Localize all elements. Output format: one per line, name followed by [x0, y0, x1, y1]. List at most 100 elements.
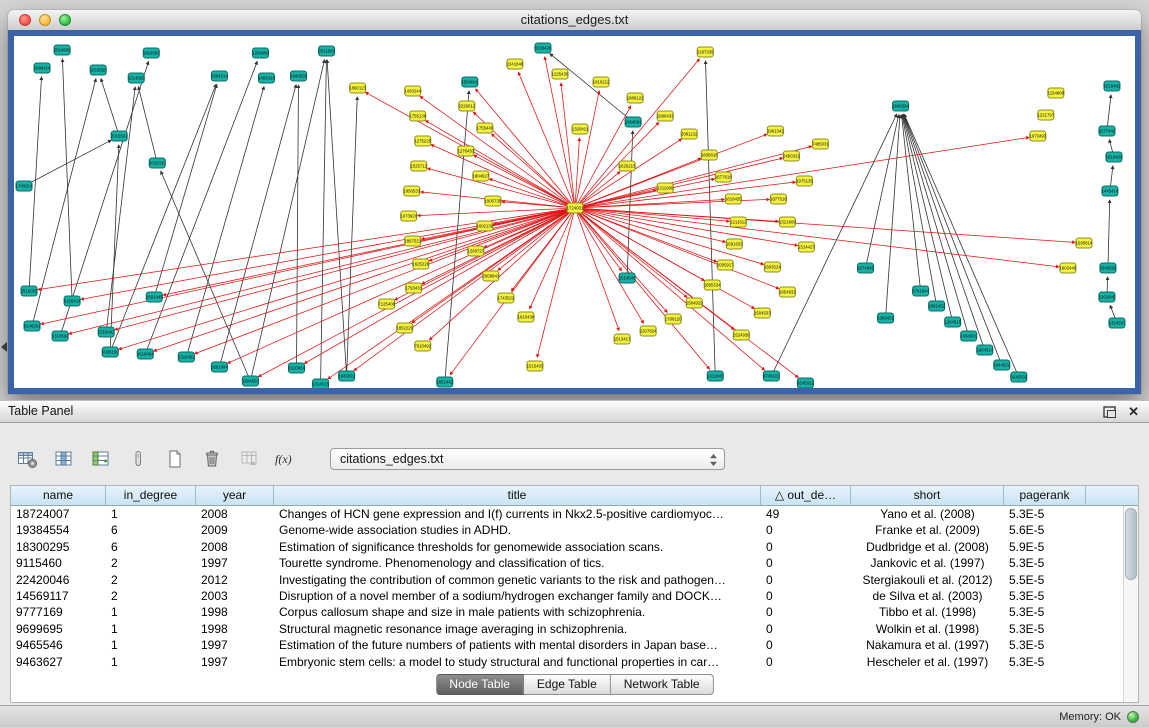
graph-node[interactable]: 1860123 — [349, 83, 366, 93]
graph-node[interactable]: 1311845 — [707, 371, 724, 381]
table-cell[interactable]: Embryonic stem cells: a model to study s… — [274, 654, 761, 670]
graph-node[interactable]: 2514609 — [54, 45, 71, 55]
graph-node[interactable]: 8130426 — [535, 43, 552, 53]
window-titlebar[interactable]: citations_edges.txt — [8, 10, 1141, 31]
table-row[interactable]: 946554611997Estimation of the future num… — [11, 637, 1123, 653]
table-cell[interactable]: 1997 — [196, 637, 274, 653]
graph-edge[interactable] — [561, 83, 575, 208]
table-cell[interactable]: 1997 — [196, 654, 274, 670]
graph-edge[interactable] — [195, 208, 575, 354]
table-cell[interactable]: 14569117 — [11, 588, 106, 604]
table-cell[interactable]: 6 — [106, 522, 196, 538]
table-cell[interactable]: Changes of HCN gene expression and I(f) … — [274, 506, 761, 522]
table-cell[interactable]: Tibbo et al. (1998) — [851, 604, 1004, 620]
graph-edge[interactable] — [145, 61, 257, 354]
graph-edge[interactable] — [297, 85, 299, 368]
graph-node[interactable]: 2015310 — [149, 158, 166, 168]
graph-edge[interactable] — [450, 208, 575, 375]
table-cell[interactable]: 5.6E-5 — [1004, 522, 1086, 538]
graph-edge[interactable] — [904, 115, 985, 350]
float-panel-icon[interactable] — [1103, 406, 1116, 418]
graph-node[interactable]: 1504533 — [754, 308, 771, 318]
table-row[interactable]: 2242004622012Investigating the contribut… — [11, 572, 1123, 588]
graph-node[interactable]: 1973493 — [1029, 131, 1046, 141]
graph-node[interactable]: 1225439 — [552, 69, 569, 79]
table-cell[interactable]: Franke et al. (2009) — [851, 522, 1004, 538]
function-builder-icon[interactable]: f(x) — [273, 446, 299, 472]
graph-node[interactable]: 6150414 — [64, 296, 81, 306]
graph-node[interactable]: 5905150 — [102, 347, 119, 357]
graph-node[interactable]: 2009941 — [482, 271, 499, 281]
table-cell[interactable]: 1 — [106, 506, 196, 522]
graph-node[interactable]: 1891452 — [928, 301, 945, 311]
column-header-title[interactable]: title — [274, 486, 761, 506]
table-cell[interactable]: 5.3E-5 — [1004, 588, 1086, 604]
table-cell[interactable]: Estimation of significance thresholds fo… — [274, 539, 761, 555]
graph-node[interactable]: 1214569 — [128, 73, 145, 83]
graph-node[interactable]: 1595814 — [1076, 238, 1093, 248]
table-row[interactable]: 911546021997Tourette syndrome. Phenomeno… — [11, 555, 1123, 571]
graph-node[interactable]: 1254609 — [252, 48, 269, 58]
table-cell[interactable]: Investigating the contribution of common… — [274, 572, 761, 588]
graph-node[interactable]: 7125408 — [378, 299, 395, 309]
citation-network-graph[interactable]: 1724031224184812254391810212198612219864… — [14, 36, 1135, 388]
graph-node[interactable]: 2241848 — [507, 59, 524, 69]
graph-node[interactable]: 2011609 — [318, 46, 335, 56]
collapse-panel-arrow-icon[interactable] — [1, 342, 7, 352]
table-cell[interactable]: 19384554 — [11, 522, 106, 538]
graph-node[interactable]: 1610454 — [288, 363, 305, 373]
graph-node[interactable]: 1073920 — [400, 211, 417, 221]
graph-edge[interactable] — [106, 87, 135, 332]
table-cell[interactable]: 0 — [761, 572, 851, 588]
table-row[interactable]: 977716911998Corpus callosum shape and si… — [11, 604, 1123, 620]
table-cell[interactable]: Structural magnetic resonance image aver… — [274, 621, 761, 637]
table-cell[interactable]: Wolkin et al. (1998) — [851, 621, 1004, 637]
graph-edge[interactable] — [138, 87, 157, 163]
table-cell[interactable]: 5.5E-5 — [1004, 572, 1086, 588]
graph-node[interactable]: 1804627 — [472, 171, 489, 181]
graph-node[interactable]: 1986122 — [627, 93, 644, 103]
graph-edge[interactable] — [575, 122, 659, 208]
graph-node[interactable]: 1369451 — [877, 313, 894, 323]
table-row[interactable]: 969969511998Structural magnetic resonanc… — [11, 621, 1123, 637]
graph-edge[interactable] — [228, 208, 575, 363]
table-cell[interactable]: 6 — [106, 539, 196, 555]
graph-node[interactable]: 1515493 — [527, 361, 544, 371]
graph-node[interactable]: 1610438 — [518, 312, 535, 322]
graph-node[interactable]: 1594514 — [211, 71, 228, 81]
graph-edge[interactable] — [575, 208, 709, 369]
table-cell[interactable]: 2008 — [196, 539, 274, 555]
graph-node[interactable]: 1646394 — [892, 101, 909, 111]
table-cell[interactable]: Jankovic et al. (1997) — [851, 555, 1004, 571]
table-cell[interactable]: 0 — [761, 588, 851, 604]
graph-node[interactable]: 1314515 — [312, 379, 329, 388]
table-row[interactable]: 1872400712008Changes of HCN gene express… — [11, 506, 1123, 522]
graph-node[interactable]: 2226012 — [458, 101, 475, 111]
column-header-out_de[interactable]: △ out_de… — [761, 486, 851, 506]
close-panel-icon[interactable]: ✕ — [1128, 401, 1139, 422]
table-cell[interactable]: 2009 — [196, 522, 274, 538]
graph-node[interactable]: 1852229 — [396, 323, 413, 333]
table-cell[interactable]: 5.3E-5 — [1004, 555, 1086, 571]
table-cell[interactable]: 1998 — [196, 621, 274, 637]
table-cell[interactable]: 0 — [761, 604, 851, 620]
pin-icon[interactable] — [125, 446, 151, 472]
graph-node[interactable]: 1602449 — [1060, 263, 1077, 273]
table-cell[interactable]: 9465546 — [11, 637, 106, 653]
graph-node[interactable]: 1513417 — [614, 334, 631, 344]
graph-node[interactable]: 1793431 — [405, 283, 422, 293]
table-cell[interactable]: 1997 — [196, 555, 274, 571]
graph-node[interactable]: 1626215 — [619, 161, 636, 171]
zoom-window-button[interactable] — [59, 14, 71, 26]
graph-node[interactable]: 1724031 — [567, 203, 584, 213]
graph-node[interactable]: 1755440 — [476, 123, 493, 133]
network-table-combobox[interactable]: citations_edges.txt — [330, 448, 725, 470]
column-header-pagerank[interactable]: pagerank — [1004, 486, 1086, 506]
graph-edge[interactable] — [886, 115, 900, 318]
graph-edge[interactable] — [575, 208, 1059, 267]
graph-node[interactable]: 1516492 — [98, 327, 115, 337]
graph-node[interactable]: 2516050 — [21, 286, 38, 296]
graph-node[interactable]: 1221797 — [1037, 110, 1054, 120]
graph-edge[interactable] — [81, 208, 575, 299]
graph-node[interactable]: 1651442 — [436, 377, 453, 387]
